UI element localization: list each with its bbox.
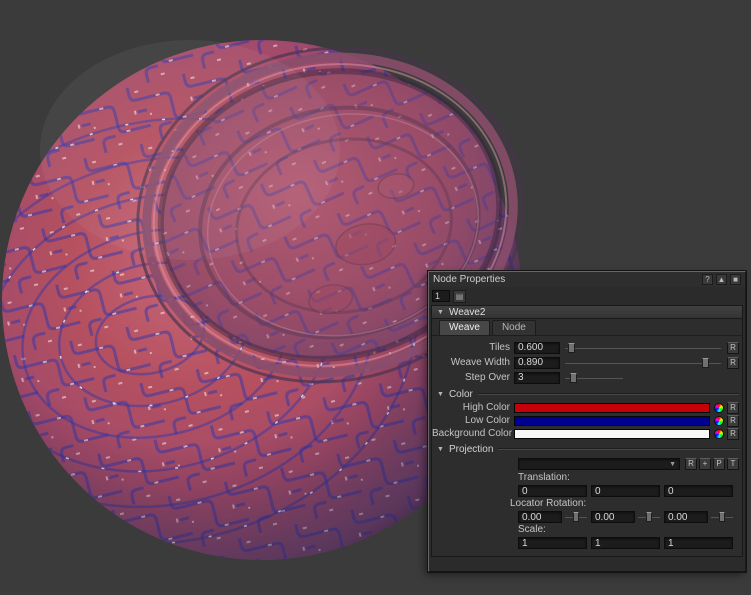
step-over-slider[interactable] bbox=[565, 372, 623, 384]
projection-section-label: Projection bbox=[449, 444, 493, 455]
section-divider bbox=[498, 448, 739, 450]
tab-weave[interactable]: Weave bbox=[439, 320, 490, 335]
high-color-label: High Color bbox=[432, 402, 514, 413]
slider-groove bbox=[565, 363, 721, 364]
projection-t-button[interactable]: T bbox=[727, 458, 739, 470]
color-wheel-icon[interactable] bbox=[714, 403, 724, 413]
step-over-label: Step Over bbox=[432, 372, 514, 383]
knob-row-weave-width: Weave Width R bbox=[432, 355, 742, 370]
collapse-icon[interactable]: ▼ bbox=[437, 446, 444, 453]
scale-z-input[interactable] bbox=[664, 537, 733, 549]
knob-row-tiles: Tiles R bbox=[432, 340, 742, 355]
weave-width-label: Weave Width bbox=[432, 357, 514, 368]
slider-handle[interactable] bbox=[702, 358, 709, 368]
color-section-header[interactable]: ▼ Color bbox=[432, 387, 742, 401]
panel-toolbar: ▤ bbox=[429, 287, 745, 305]
locator-rotation-label: Locator Rotation: bbox=[432, 498, 742, 510]
scale-y-input[interactable] bbox=[591, 537, 660, 549]
slider-groove bbox=[565, 348, 721, 349]
locator-rotation-row bbox=[432, 510, 742, 524]
section-divider bbox=[478, 393, 739, 395]
stack-icon: ▤ bbox=[456, 292, 464, 301]
background-color-label: Background Color bbox=[432, 428, 514, 439]
weave-width-input[interactable] bbox=[514, 357, 560, 369]
rotation-z-group bbox=[664, 511, 733, 523]
slider-handle[interactable] bbox=[568, 343, 575, 353]
node-header[interactable]: ▼ Weave2 bbox=[432, 306, 742, 319]
panel-titlebar[interactable]: Node Properties ? ▲ ■ bbox=[429, 272, 745, 287]
rotation-y-group bbox=[591, 511, 660, 523]
titlebar-icons: ? ▲ ■ bbox=[702, 274, 741, 285]
collapse-icon[interactable]: ▼ bbox=[437, 391, 444, 398]
float-icon[interactable]: ■ bbox=[730, 274, 741, 285]
rotate-x-input[interactable] bbox=[518, 511, 562, 523]
rotate-z-slider[interactable] bbox=[711, 511, 733, 523]
color-row-low: Low Color R bbox=[432, 414, 742, 427]
low-color-swatch[interactable] bbox=[514, 416, 710, 426]
projection-p-button[interactable]: P bbox=[713, 458, 725, 470]
low-color-reset-button[interactable]: R bbox=[727, 415, 739, 427]
low-color-label: Low Color bbox=[432, 415, 514, 426]
weave-width-reset-button[interactable]: R bbox=[727, 357, 739, 369]
rotate-y-slider[interactable] bbox=[638, 511, 660, 523]
tiles-input[interactable] bbox=[514, 342, 560, 354]
color-wheel-icon[interactable] bbox=[714, 416, 724, 426]
tiles-slider[interactable] bbox=[565, 342, 721, 354]
projection-reset-button[interactable]: R bbox=[685, 458, 697, 470]
node-name: Weave2 bbox=[449, 307, 486, 318]
expand-icon[interactable]: ▲ bbox=[716, 274, 727, 285]
stack-count-input[interactable] bbox=[432, 290, 450, 302]
translate-z-input[interactable] bbox=[664, 485, 733, 497]
panel-title: Node Properties bbox=[433, 274, 505, 285]
translation-label: Translation: bbox=[432, 472, 742, 484]
scale-row bbox=[432, 536, 742, 550]
node-properties-panel: Node Properties ? ▲ ■ ▤ ▼ Weave2 Weave N… bbox=[428, 271, 746, 572]
rotation-x-group bbox=[518, 511, 587, 523]
background-color-swatch[interactable] bbox=[514, 429, 710, 439]
projection-dropdown[interactable]: ▼ bbox=[518, 458, 680, 470]
translate-y-input[interactable] bbox=[591, 485, 660, 497]
chevron-down-icon: ▼ bbox=[669, 461, 676, 468]
tiles-label: Tiles bbox=[432, 342, 514, 353]
translation-row bbox=[432, 484, 742, 498]
help-icon[interactable]: ? bbox=[702, 274, 713, 285]
slider-handle[interactable] bbox=[646, 512, 652, 522]
slider-handle[interactable] bbox=[573, 512, 579, 522]
rotate-y-input[interactable] bbox=[591, 511, 635, 523]
scale-label: Scale: bbox=[432, 524, 742, 536]
knob-row-step-over: Step Over bbox=[432, 370, 742, 385]
tab-bar: Weave Node bbox=[432, 319, 742, 336]
collapse-icon[interactable]: ▼ bbox=[437, 309, 444, 316]
projection-add-button[interactable]: + bbox=[699, 458, 711, 470]
tab-node[interactable]: Node bbox=[492, 320, 536, 335]
step-over-input[interactable] bbox=[514, 372, 560, 384]
node-content: Tiles R Weave Width R Step bbox=[432, 336, 742, 556]
color-row-background: Background Color R bbox=[432, 427, 742, 440]
color-section-label: Color bbox=[449, 389, 473, 400]
color-row-high: High Color R bbox=[432, 401, 742, 414]
background-color-reset-button[interactable]: R bbox=[727, 428, 739, 440]
weave-width-slider[interactable] bbox=[565, 357, 721, 369]
color-wheel-icon[interactable] bbox=[714, 429, 724, 439]
high-color-reset-button[interactable]: R bbox=[727, 402, 739, 414]
high-color-swatch[interactable] bbox=[514, 403, 710, 413]
scale-x-input[interactable] bbox=[518, 537, 587, 549]
projection-section-header[interactable]: ▼ Projection bbox=[432, 442, 742, 456]
projection-row: ▼ R + P T bbox=[432, 456, 742, 472]
tiles-reset-button[interactable]: R bbox=[727, 342, 739, 354]
slider-handle[interactable] bbox=[570, 373, 577, 383]
rotate-z-input[interactable] bbox=[664, 511, 708, 523]
node-panel: ▼ Weave2 Weave Node Tiles R Weave Width bbox=[431, 305, 743, 557]
stack-toggle-button[interactable]: ▤ bbox=[453, 290, 466, 303]
slider-handle[interactable] bbox=[719, 512, 725, 522]
translate-x-input[interactable] bbox=[518, 485, 587, 497]
rotate-x-slider[interactable] bbox=[565, 511, 587, 523]
